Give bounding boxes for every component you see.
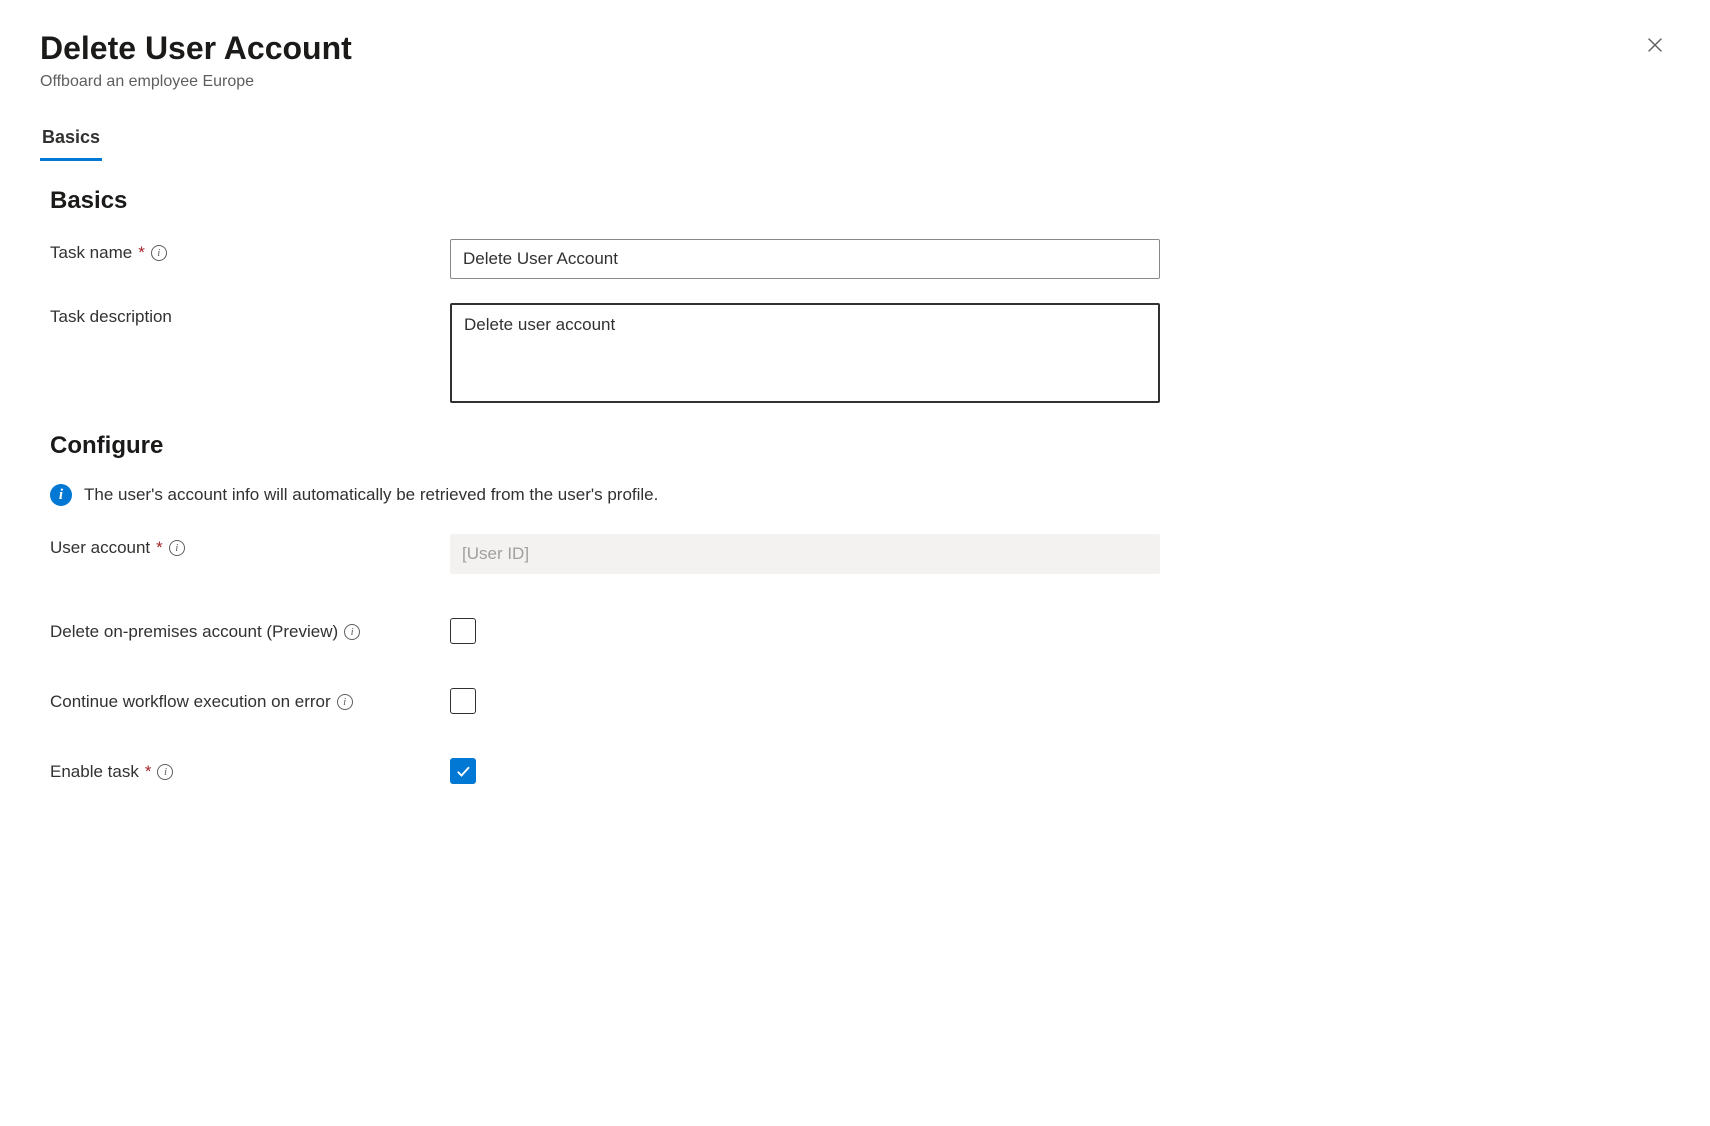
delete-onprem-checkbox[interactable] bbox=[450, 618, 476, 644]
label-user-account: User account * i bbox=[50, 534, 450, 558]
label-task-description: Task description bbox=[50, 303, 450, 327]
info-icon[interactable]: i bbox=[344, 624, 360, 640]
row-enable-task: Enable task * i bbox=[40, 758, 1670, 784]
label-enable-task-text: Enable task bbox=[50, 762, 139, 782]
info-icon[interactable]: i bbox=[337, 694, 353, 710]
task-name-input[interactable] bbox=[450, 239, 1160, 279]
user-account-input: [User ID] bbox=[450, 534, 1160, 574]
page-title: Delete User Account bbox=[40, 30, 352, 67]
label-continue-on-error: Continue workflow execution on error i bbox=[50, 688, 450, 712]
checkbox-wrap-enable-task bbox=[450, 758, 476, 784]
row-continue-on-error: Continue workflow execution on error i bbox=[40, 688, 1670, 714]
input-wrap-task-description bbox=[450, 303, 1160, 408]
tabs: Basics bbox=[40, 121, 1670, 161]
page-subtitle: Offboard an employee Europe bbox=[40, 73, 352, 91]
row-task-name: Task name * i bbox=[40, 239, 1670, 279]
label-delete-onprem-text: Delete on-premises account (Preview) bbox=[50, 622, 338, 642]
enable-task-checkbox[interactable] bbox=[450, 758, 476, 784]
input-wrap-user-account: [User ID] bbox=[450, 534, 1160, 574]
input-wrap-task-name bbox=[450, 239, 1160, 279]
info-banner: i The user's account info will automatic… bbox=[40, 484, 1670, 506]
info-icon[interactable]: i bbox=[169, 540, 185, 556]
label-delete-onprem: Delete on-premises account (Preview) i bbox=[50, 618, 450, 642]
checkbox-wrap-continue-on-error bbox=[450, 688, 476, 714]
row-delete-onprem: Delete on-premises account (Preview) i bbox=[40, 618, 1670, 644]
check-icon bbox=[454, 762, 472, 780]
label-user-account-text: User account bbox=[50, 538, 150, 558]
info-icon[interactable]: i bbox=[151, 245, 167, 261]
required-indicator: * bbox=[156, 538, 163, 558]
label-task-name-text: Task name bbox=[50, 243, 132, 263]
required-indicator: * bbox=[138, 243, 145, 263]
header-text: Delete User Account Offboard an employee… bbox=[40, 30, 352, 91]
label-task-name: Task name * i bbox=[50, 239, 450, 263]
task-description-input[interactable] bbox=[450, 303, 1160, 403]
section-heading-basics: Basics bbox=[50, 187, 1670, 215]
info-banner-icon: i bbox=[50, 484, 72, 506]
close-icon bbox=[1644, 34, 1666, 56]
continue-on-error-checkbox[interactable] bbox=[450, 688, 476, 714]
checkbox-wrap-delete-onprem bbox=[450, 618, 476, 644]
info-icon[interactable]: i bbox=[157, 764, 173, 780]
section-heading-configure: Configure bbox=[50, 432, 1670, 460]
label-continue-on-error-text: Continue workflow execution on error bbox=[50, 692, 331, 712]
panel-header: Delete User Account Offboard an employee… bbox=[40, 30, 1670, 91]
close-button[interactable] bbox=[1640, 30, 1670, 63]
tab-basics[interactable]: Basics bbox=[40, 121, 102, 161]
label-enable-task: Enable task * i bbox=[50, 758, 450, 782]
row-task-description: Task description bbox=[40, 303, 1670, 408]
row-user-account: User account * i [User ID] bbox=[40, 534, 1670, 574]
label-task-description-text: Task description bbox=[50, 307, 172, 327]
required-indicator: * bbox=[145, 762, 152, 782]
info-banner-text: The user's account info will automatical… bbox=[84, 485, 658, 505]
